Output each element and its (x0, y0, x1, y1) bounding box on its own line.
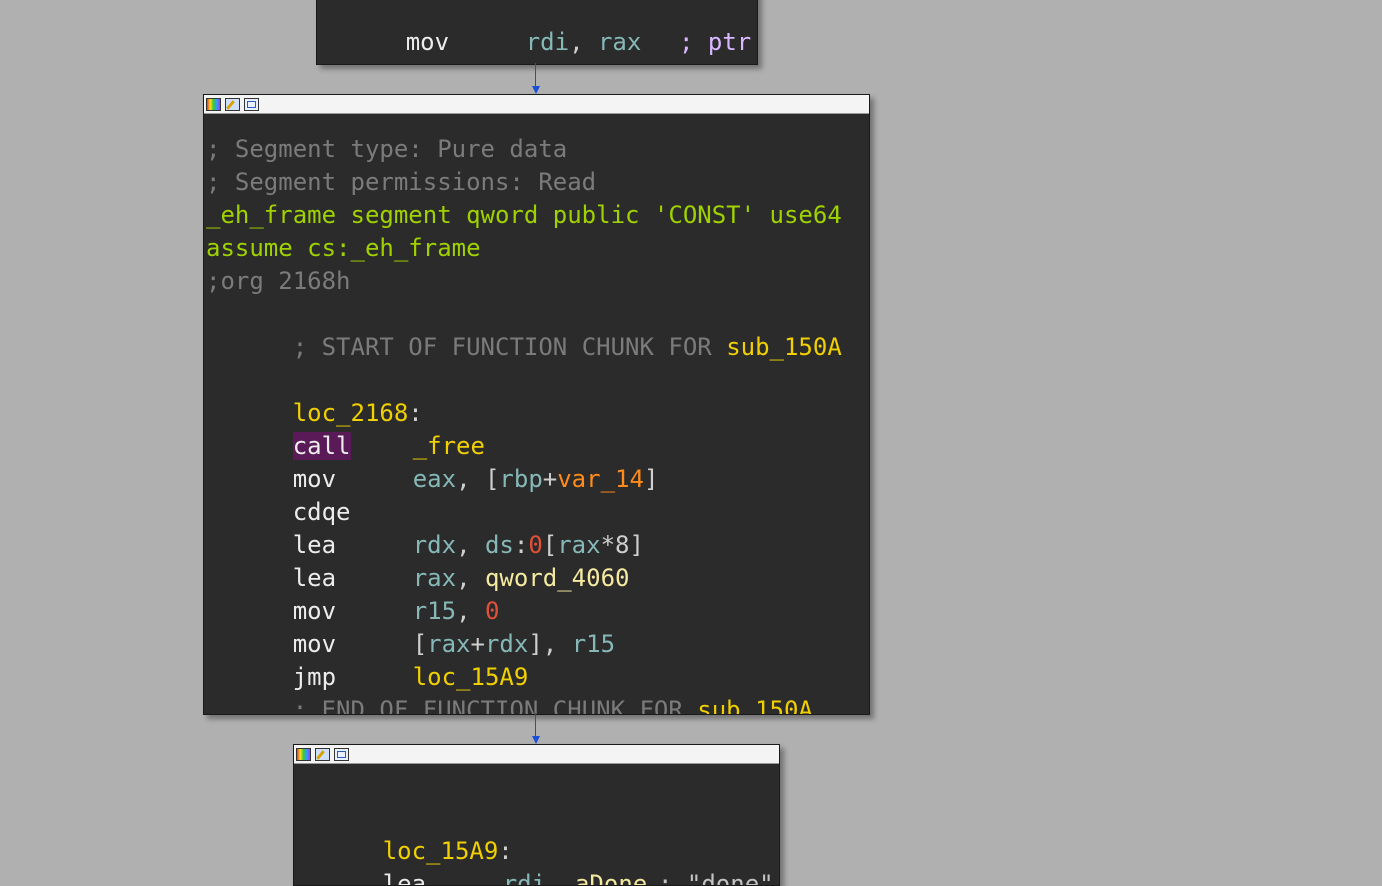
graph-view-icon[interactable] (244, 97, 259, 111)
instruction-line[interactable]: mov rdi, rax ; ptr (319, 0, 757, 56)
call-target-link[interactable]: _free (413, 432, 485, 460)
mnemonic: mov (405, 28, 450, 56)
stack-variable[interactable]: var_14 (557, 465, 644, 493)
org-comment: ;org 2168h (206, 267, 351, 295)
mnemonic: jmp (406, 59, 526, 64)
separator: , (456, 564, 485, 592)
flow-arrow (532, 736, 540, 744)
plus: + (542, 465, 558, 493)
node-titlebar (204, 95, 869, 114)
separator: , (542, 630, 572, 658)
flow-edge (535, 713, 536, 737)
operand-register: rdx (484, 630, 529, 658)
mnemonic: lea (292, 564, 337, 592)
graph-view-icon[interactable] (334, 747, 349, 761)
comment-text: ; END OF FUNCTION CHUNK FOR (292, 696, 698, 715)
separator: , (456, 465, 485, 493)
operand-register: rax (412, 564, 457, 592)
label-line[interactable]: loc_15A9: (296, 802, 779, 865)
plus: + (470, 630, 485, 658)
mnemonic: lea (382, 870, 427, 886)
separator: , (456, 531, 485, 559)
mnemonic: mov (292, 630, 337, 658)
flow-edge (535, 63, 536, 87)
separator: , (569, 28, 598, 56)
operand-register: rax (597, 28, 642, 56)
immediate-number: 0 (528, 531, 543, 559)
node-titlebar (294, 745, 779, 764)
color-palette-icon[interactable] (206, 97, 221, 111)
bracket: [ (484, 465, 500, 493)
operand-register: rdx (412, 531, 457, 559)
inline-comment: ; ptr (679, 28, 752, 56)
segment-register: ds (484, 531, 514, 559)
mnemonic: mov (292, 597, 337, 625)
operand-register: r15 (412, 597, 457, 625)
flow-arrow (532, 86, 540, 94)
operand-register: rbp (499, 465, 543, 493)
jump-target-link[interactable]: loc_15A9 (413, 663, 529, 691)
separator: , (546, 870, 575, 886)
function-link[interactable]: sub_150A (726, 333, 842, 361)
operand-register: rdi (525, 28, 570, 56)
instruction-line[interactable]: lea rdi, aDone ; "done" (296, 835, 779, 885)
scale: *8 (600, 531, 630, 559)
label-colon: : (408, 399, 423, 427)
operand-register: rax (557, 531, 601, 559)
operand-register: rdi (502, 870, 547, 886)
graph-node-top[interactable]: mov rdi, rax ; ptr jmploc_2168 (316, 0, 758, 65)
inline-comment: ; "done" (658, 870, 774, 886)
jump-target-link[interactable]: loc_2168 (526, 61, 642, 64)
function-link[interactable]: sub_150A (697, 696, 813, 714)
bracket: ] (629, 531, 644, 559)
bracket: [ (542, 531, 558, 559)
bracket: [ (412, 630, 428, 658)
function-chunk-start: ; START OF FUNCTION CHUNK FOR sub_150A (206, 298, 869, 361)
bracket: ] (643, 465, 659, 493)
bracket: ] (528, 630, 543, 658)
mnemonic: mov (292, 465, 337, 493)
assume-directive: assume cs:_eh_frame (206, 234, 481, 262)
edit-pencil-icon[interactable] (315, 747, 330, 761)
mnemonic-highlighted[interactable]: call (292, 432, 351, 460)
mnemonic: lea (292, 531, 337, 559)
graph-node-loc-2168[interactable]: ; Segment type: Pure data ; Segment perm… (203, 94, 870, 715)
mnemonic: jmp (292, 663, 337, 691)
mnemonic: cdqe (292, 498, 351, 526)
comment-text: ; START OF FUNCTION CHUNK FOR (292, 333, 727, 361)
edit-pencil-icon[interactable] (225, 97, 240, 111)
colon: : (513, 531, 529, 559)
comment-line: ; Segment type: Pure data (206, 135, 568, 163)
comment-line: ; Segment permissions: Read (206, 168, 597, 196)
segment-declaration: _eh_frame segment qword public 'CONST' u… (206, 201, 842, 229)
operand-register: rax (427, 630, 471, 658)
graph-node-loc-15a9[interactable]: loc_15A9: lea rdi, aDone ; "done" (293, 744, 780, 886)
immediate-number: 0 (484, 597, 500, 625)
separator: , (456, 597, 485, 625)
operand-register: eax (412, 465, 457, 493)
operand-register: r15 (571, 630, 616, 658)
string-reference-link[interactable]: aDone (575, 870, 647, 885)
color-palette-icon[interactable] (296, 747, 311, 761)
code-label[interactable]: loc_2168 (293, 399, 409, 427)
data-reference-link[interactable]: qword_4060 (485, 564, 630, 592)
label-line[interactable]: loc_2168: (206, 364, 869, 427)
